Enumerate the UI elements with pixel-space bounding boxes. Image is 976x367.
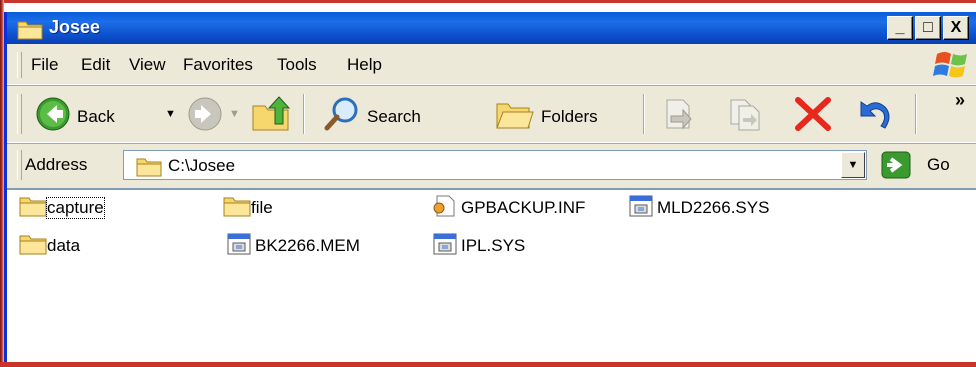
standard-toolbar: Back ▼ ▼ Search Folders » — [7, 86, 976, 143]
folders-button[interactable]: Folders — [495, 96, 598, 137]
toolbar-overflow-button[interactable]: » — [955, 90, 965, 111]
address-input[interactable]: C:\Josee ▼ — [123, 150, 867, 180]
list-item[interactable]: capture — [19, 194, 105, 222]
go-arrow-icon[interactable] — [881, 151, 911, 184]
menu-edit[interactable]: Edit — [81, 55, 110, 75]
folders-icon — [495, 96, 535, 137]
back-label: Back — [77, 106, 115, 126]
screen-frame-bottom — [0, 362, 976, 367]
system-file-icon — [433, 233, 457, 260]
system-file-icon — [629, 195, 653, 222]
search-button[interactable]: Search — [323, 96, 421, 137]
menu-favorites[interactable]: Favorites — [183, 55, 253, 75]
menu-help[interactable]: Help — [347, 55, 382, 75]
folder-icon — [19, 233, 47, 260]
search-label: Search — [367, 106, 421, 126]
toolbar-separator — [915, 94, 917, 134]
list-item[interactable]: data — [19, 232, 80, 260]
list-item[interactable]: IPL.SYS — [433, 232, 525, 260]
undo-icon[interactable] — [855, 96, 893, 137]
file-name: IPL.SYS — [461, 236, 526, 255]
folder-icon — [136, 155, 162, 182]
forward-button[interactable] — [187, 96, 223, 137]
move-to-icon[interactable] — [661, 96, 697, 137]
menu-grip[interactable] — [17, 52, 22, 78]
minimize-button[interactable]: _ — [887, 16, 913, 40]
file-name: GPBACKUP.INF — [461, 198, 586, 217]
menu-tools[interactable]: Tools — [277, 55, 317, 75]
screen-frame-top — [0, 0, 976, 3]
folders-label: Folders — [541, 106, 598, 126]
list-item[interactable]: MLD2266.SYS — [629, 194, 769, 222]
address-bar: Address C:\Josee ▼ Go — [7, 144, 976, 186]
toolbar-separator — [643, 94, 645, 134]
explorer-window: Josee _ □ X File Edit View Favorites Too… — [4, 12, 976, 364]
folder-icon — [17, 18, 43, 45]
toolbar-separator — [303, 94, 305, 134]
close-button[interactable]: X — [943, 16, 969, 40]
file-name: file — [251, 198, 273, 217]
back-button[interactable]: Back — [35, 96, 115, 137]
delete-icon[interactable] — [793, 96, 833, 137]
file-name: data — [47, 236, 81, 255]
back-dropdown-icon[interactable]: ▼ — [165, 108, 176, 120]
address-label: Address — [25, 155, 88, 174]
list-item[interactable]: BK2266.MEM — [227, 232, 360, 260]
go-button[interactable]: Go — [927, 155, 950, 175]
back-arrow-icon — [35, 96, 71, 137]
address-grip[interactable] — [17, 150, 22, 180]
menu-bar: File Edit View Favorites Tools Help — [7, 46, 976, 85]
folder-icon — [19, 195, 47, 222]
list-item[interactable]: file — [223, 194, 273, 222]
forward-dropdown-icon[interactable]: ▼ — [229, 108, 240, 120]
forward-arrow-icon — [187, 96, 223, 137]
windows-logo-icon — [927, 46, 975, 84]
up-folder-button[interactable] — [251, 94, 291, 139]
toolbar-grip[interactable] — [17, 94, 22, 134]
up-folder-icon — [251, 94, 291, 139]
file-name: BK2266.MEM — [255, 236, 360, 255]
list-item[interactable]: GPBACKUP.INF — [431, 194, 585, 222]
file-name: MLD2266.SYS — [657, 198, 770, 217]
address-value: C:\Josee — [168, 156, 236, 175]
menu-view[interactable]: View — [129, 55, 166, 75]
copy-to-icon[interactable] — [727, 96, 765, 137]
search-icon — [323, 96, 361, 137]
setup-file-icon — [431, 194, 457, 223]
file-list-pane[interactable]: capture file GPBACKUP.INF MLD2266.SYS da… — [7, 188, 976, 364]
file-name: capture — [46, 197, 105, 219]
system-file-icon — [227, 233, 251, 260]
menu-file[interactable]: File — [31, 55, 58, 75]
address-dropdown-button[interactable]: ▼ — [841, 152, 865, 178]
folder-icon — [223, 195, 251, 222]
window-title: Josee — [49, 17, 101, 37]
title-bar[interactable]: Josee _ □ X — [7, 12, 976, 44]
maximize-button[interactable]: □ — [915, 16, 941, 40]
